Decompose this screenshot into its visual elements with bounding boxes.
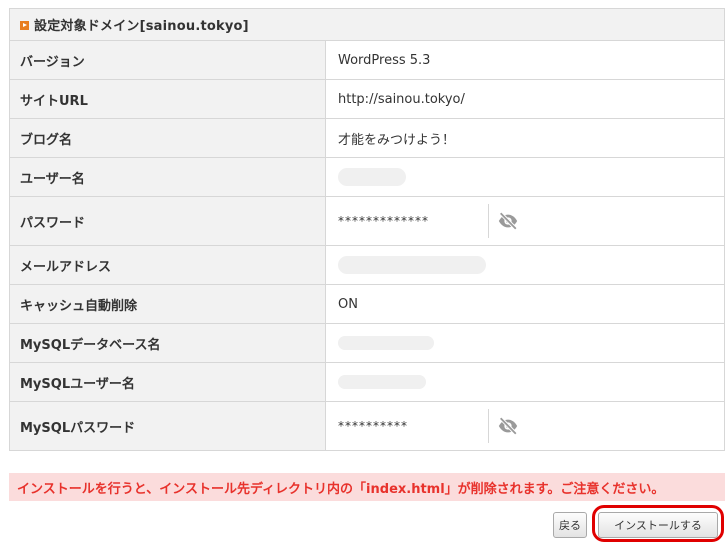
back-button[interactable]: 戻る xyxy=(553,512,587,538)
page-title: 設定対象ドメイン[sainou.tokyo] xyxy=(34,19,249,34)
divider xyxy=(488,409,489,443)
row-label: MySQLユーザー名 xyxy=(9,362,326,402)
table-row-version: バージョン WordPress 5.3 xyxy=(9,40,725,80)
row-label: ユーザー名 xyxy=(9,157,326,197)
table-row-mysql-password: MySQLパスワード ********** xyxy=(9,401,725,451)
eye-slash-icon[interactable] xyxy=(496,414,520,438)
row-label: サイトURL xyxy=(9,79,326,119)
row-value xyxy=(325,323,725,363)
table-row-cache: キャッシュ自動削除 ON xyxy=(9,284,725,324)
row-label: ブログ名 xyxy=(9,118,326,158)
warning-notice: インストールを行うと、インストール先ディレクトリ内の「index.html」が削… xyxy=(9,473,725,501)
settings-table: バージョン WordPress 5.3 サイトURL http://sainou… xyxy=(9,40,725,451)
row-value: 才能をみつけよう！ xyxy=(325,118,725,158)
orange-arrow-icon xyxy=(20,20,29,30)
row-label: パスワード xyxy=(9,196,326,246)
row-value: WordPress 5.3 xyxy=(325,40,725,80)
table-row-blog-name: ブログ名 才能をみつけよう！ xyxy=(9,118,725,158)
row-value xyxy=(325,362,725,402)
table-row-site-url: サイトURL http://sainou.tokyo/ xyxy=(9,79,725,119)
table-row-password: パスワード ************* xyxy=(9,196,725,246)
install-button[interactable]: インストールする xyxy=(598,512,718,538)
row-value: ON xyxy=(325,284,725,324)
divider xyxy=(488,204,489,238)
table-row-mysql-db: MySQLデータベース名 xyxy=(9,323,725,363)
password-value: ************* xyxy=(338,214,429,228)
redacted-db-name xyxy=(338,336,434,350)
row-label: メールアドレス xyxy=(9,245,326,285)
table-row-mysql-user: MySQLユーザー名 xyxy=(9,362,725,402)
table-row-email: メールアドレス xyxy=(9,245,725,285)
row-value: ************* xyxy=(325,196,725,246)
redacted-username xyxy=(338,168,406,186)
table-row-username: ユーザー名 xyxy=(9,157,725,197)
password-value: ********** xyxy=(338,419,408,433)
redacted-email xyxy=(338,256,486,274)
panel-header: 設定対象ドメイン[sainou.tokyo] xyxy=(9,8,725,40)
row-value: ********** xyxy=(325,401,725,451)
row-value: http://sainou.tokyo/ xyxy=(325,79,725,119)
row-label: バージョン xyxy=(9,40,326,80)
row-label: キャッシュ自動削除 xyxy=(9,284,326,324)
row-value xyxy=(325,157,725,197)
row-label: MySQLパスワード xyxy=(9,401,326,451)
row-label: MySQLデータベース名 xyxy=(9,323,326,363)
eye-slash-icon[interactable] xyxy=(496,209,520,233)
row-value xyxy=(325,245,725,285)
redacted-db-user xyxy=(338,375,426,389)
